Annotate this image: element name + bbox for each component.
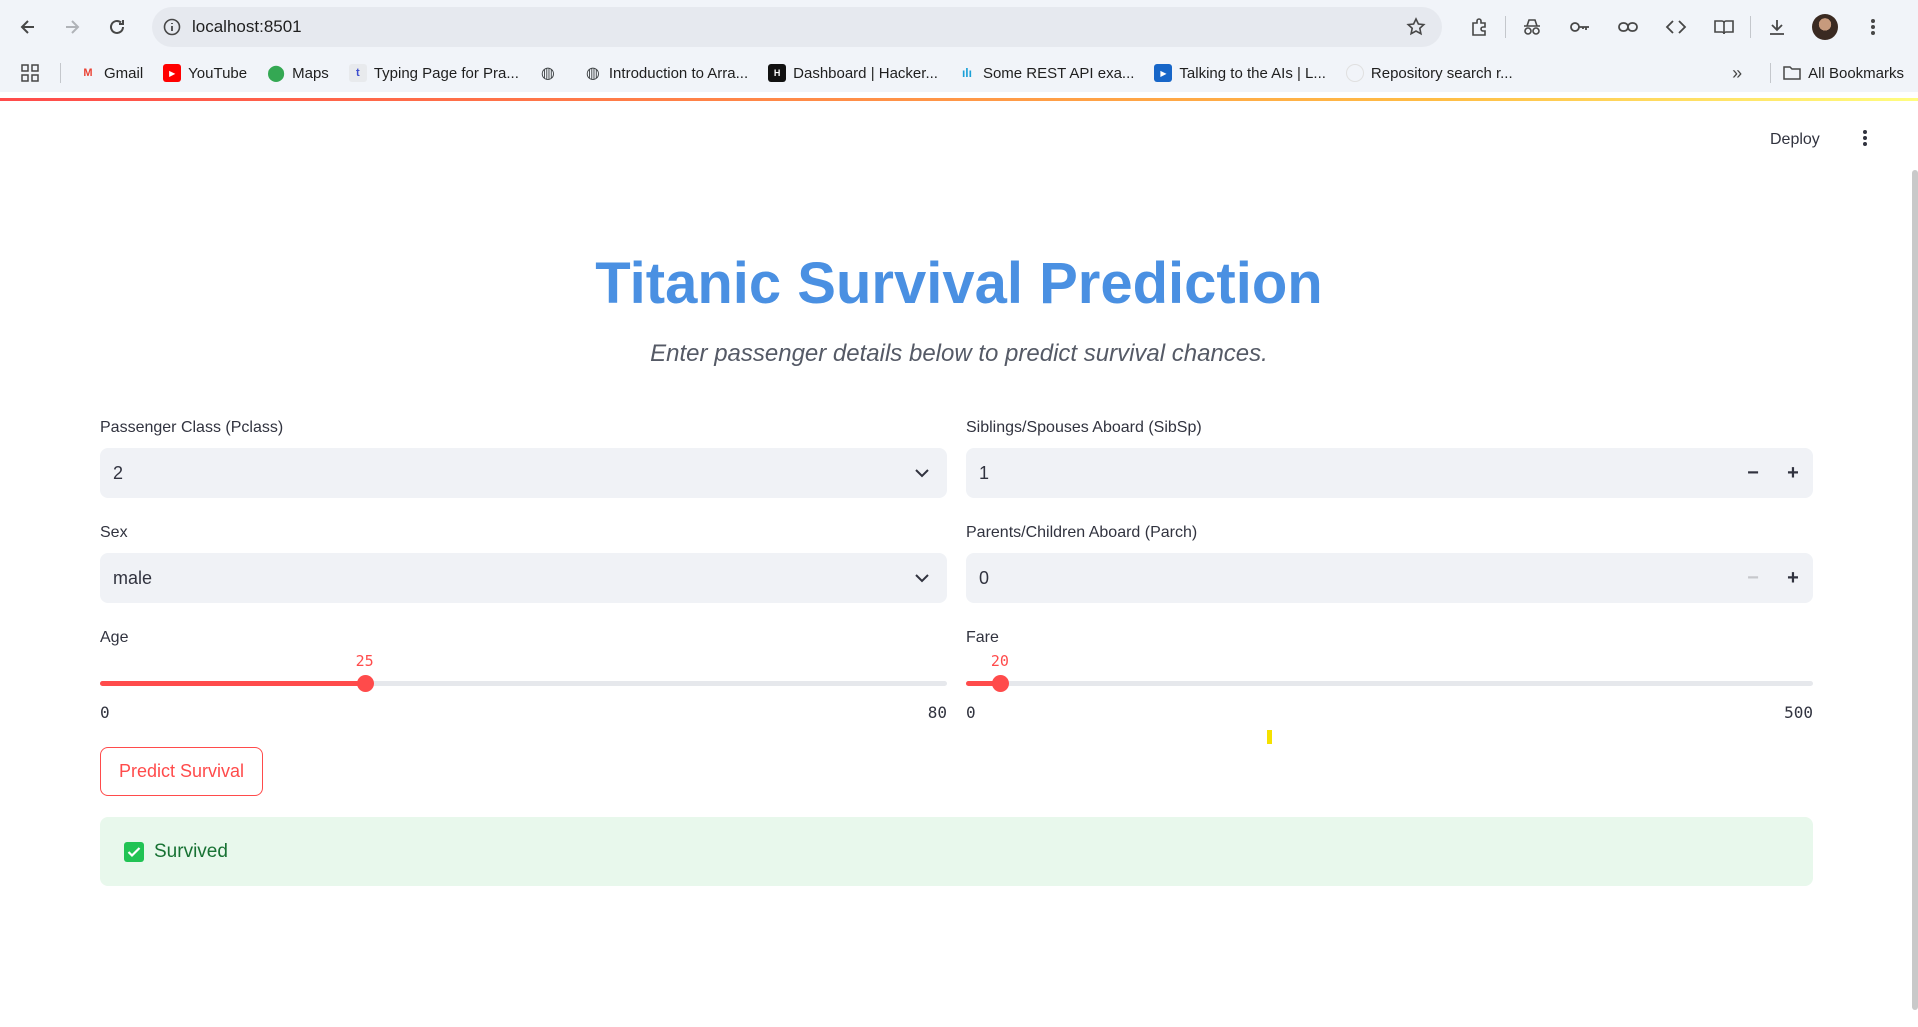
download-icon[interactable] (1753, 7, 1801, 47)
fare-slider[interactable]: 20 (966, 652, 1813, 692)
incognito-icon[interactable] (1508, 7, 1556, 47)
sibsp-value[interactable]: 1 (966, 463, 1733, 484)
parch-label: Parents/Children Aboard (Parch) (966, 524, 1198, 541)
fare-min-label: 0 (966, 703, 976, 722)
bookmark-label: Repository search r... (1370, 64, 1513, 82)
predict-survival-button[interactable]: Predict Survival (100, 747, 263, 796)
browser-toolbar: localhost:8501 (0, 0, 1918, 54)
sibsp-decrement-button[interactable]: − (1733, 448, 1773, 498)
sex-label: Sex (100, 524, 128, 541)
bookmark-gmail[interactable]: M Gmail (79, 64, 143, 82)
fare-slider-value: 20 (990, 652, 1009, 670)
pclass-label: Passenger Class (Pclass) (100, 419, 284, 436)
prediction-result: Survived (100, 817, 1813, 886)
parch-value[interactable]: 0 (966, 568, 1733, 589)
apps-grid-icon[interactable] (20, 63, 40, 83)
sibsp-increment-button[interactable]: + (1773, 448, 1813, 498)
bookmark-repository[interactable]: Repository search r... (1345, 64, 1513, 82)
back-icon[interactable] (8, 7, 48, 47)
chevron-down-icon (897, 468, 947, 478)
sex-select[interactable]: male (100, 553, 947, 603)
code-icon[interactable] (1652, 7, 1700, 47)
password-key-icon[interactable] (1556, 7, 1604, 47)
age-max-label: 80 (927, 703, 947, 722)
app-header: Deploy (0, 101, 1918, 161)
profile-avatar[interactable] (1801, 7, 1849, 47)
age-label: Age (100, 629, 129, 646)
bookmark-hackerrank[interactable]: H Dashboard | Hacker... (768, 64, 938, 82)
bookmark-label: Talking to the AIs | L... (1179, 64, 1326, 82)
bookmark-rest-api[interactable]: ılı Some REST API exa... (958, 64, 1134, 82)
age-slider-value: 25 (355, 652, 374, 670)
all-bookmarks-label: All Bookmarks (1808, 64, 1904, 82)
reload-icon[interactable] (97, 7, 137, 47)
bookmark-label: Dashboard | Hacker... (793, 64, 938, 82)
bookmark-label: Gmail (104, 64, 144, 82)
fare-max-label: 500 (1784, 703, 1813, 722)
bookmark-maps[interactable]: ⬤ Maps (267, 64, 329, 83)
all-bookmarks[interactable]: All Bookmarks (1783, 64, 1904, 82)
address-bar[interactable]: localhost:8501 (152, 7, 1442, 47)
parch-decrement-button[interactable]: − (1733, 553, 1773, 603)
age-min-label: 0 (100, 703, 110, 722)
pclass-value: 2 (113, 462, 124, 483)
maps-icon: ⬤ (267, 65, 286, 82)
check-icon (124, 841, 144, 862)
chevron-double-right-icon[interactable]: » (1732, 63, 1742, 84)
bookmark-typing[interactable]: t Typing Page for Pra... (348, 64, 519, 82)
page-title: Titanic Survival Prediction (595, 251, 1323, 316)
bookmark-label: Maps (292, 64, 329, 82)
globe-icon: ◍ (585, 65, 600, 82)
toolbar-divider (1505, 16, 1506, 38)
bookmark-talking-ais[interactable]: ▶ Talking to the AIs | L... (1154, 64, 1326, 82)
typing-icon: t (348, 64, 367, 82)
forward-icon[interactable] (52, 7, 92, 47)
bookmark-label: Introduction to Arra... (608, 64, 749, 82)
bookmark-label: Typing Page for Pra... (373, 64, 519, 82)
sex-value: male (113, 567, 153, 588)
bookmarks-divider (1770, 63, 1772, 83)
deploy-button[interactable]: Deploy (1770, 131, 1820, 149)
parch-number-input[interactable]: 0 − + (966, 553, 1813, 603)
sibsp-number-input[interactable]: 1 − + (966, 448, 1813, 498)
chevron-down-icon (897, 573, 947, 583)
bookmarks-bar: M Gmail ▶ YouTube ⬤ Maps t Typing Page for P… (0, 54, 1918, 92)
folder-icon (1783, 64, 1801, 82)
prediction-result-text: Survived (154, 840, 228, 862)
bookmark-label: Some REST API exa... (982, 64, 1135, 82)
bookmark-arrays[interactable]: ◍ Introduction to Arra... (584, 64, 749, 83)
site-info-icon[interactable] (152, 18, 192, 36)
browser-menu-icon[interactable] (1849, 7, 1897, 47)
github-icon (1345, 64, 1364, 82)
parch-increment-button[interactable]: + (1773, 553, 1813, 603)
bookmarks-divider (60, 63, 61, 83)
video-icon: ▶ (1154, 64, 1173, 82)
age-slider-thumb[interactable] (356, 675, 374, 692)
bookmark-label: YouTube (188, 64, 248, 82)
link-icon[interactable] (1604, 7, 1652, 47)
app-menu-icon[interactable] (1862, 128, 1868, 153)
fare-label: Fare (966, 629, 999, 646)
text-cursor (1267, 730, 1272, 744)
youtube-icon: ▶ (163, 64, 182, 82)
sibsp-label: Siblings/Spouses Aboard (SibSp) (966, 419, 1202, 436)
toolbar-divider (1750, 16, 1751, 38)
bookmark-youtube[interactable]: ▶ YouTube (163, 64, 247, 82)
hackerrank-icon: H (768, 64, 787, 82)
reading-mode-icon[interactable] (1700, 7, 1748, 47)
pclass-select[interactable]: 2 (100, 448, 947, 498)
globe-icon: ◍ (540, 65, 555, 82)
toolbar-actions (1455, 7, 1897, 47)
age-slider-fill (100, 681, 365, 686)
page-subtitle: Enter passenger details below to predict… (650, 340, 1268, 367)
fare-slider-thumb[interactable] (991, 675, 1009, 692)
gmail-icon: M (83, 67, 93, 79)
bookmarks-overflow: » All Bookmarks (1732, 54, 1904, 92)
bookmark-star-icon[interactable] (1406, 17, 1426, 42)
age-slider[interactable]: 25 (100, 652, 947, 692)
extensions-icon[interactable] (1455, 7, 1503, 47)
cisco-icon: ılı (961, 66, 972, 80)
url-text: localhost:8501 (192, 17, 302, 36)
bookmark-globe[interactable]: ◍ (539, 64, 564, 82)
